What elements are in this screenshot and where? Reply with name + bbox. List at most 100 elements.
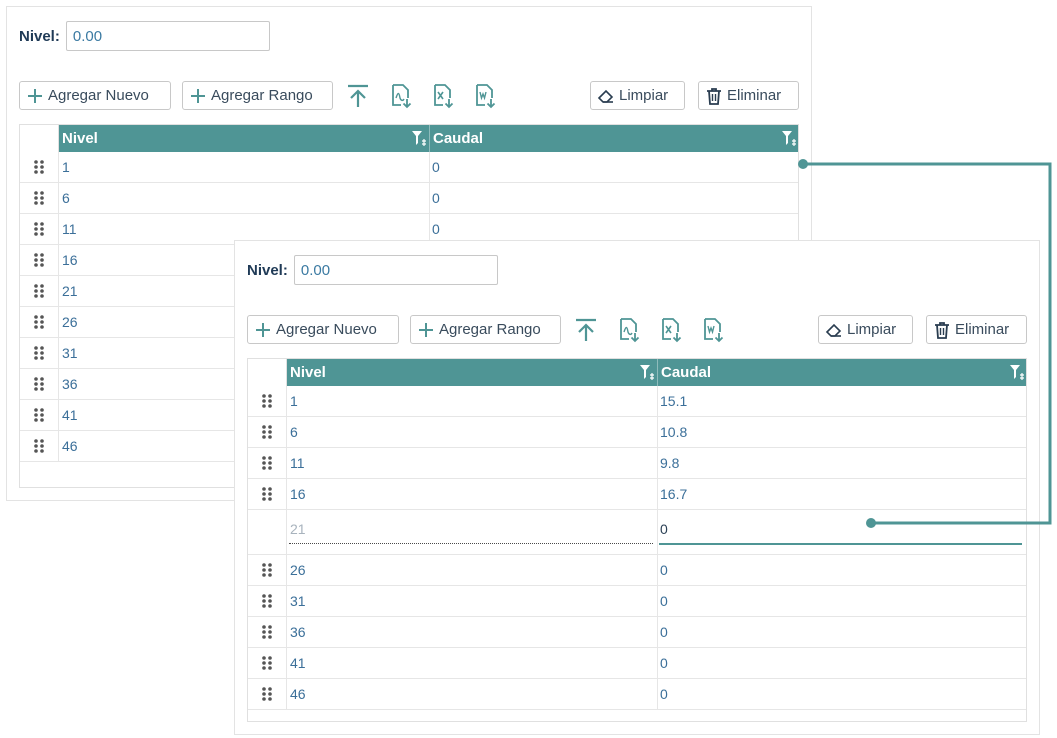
agregar-rango-button[interactable]: Agregar Rango — [410, 315, 561, 344]
column-divider — [657, 679, 658, 709]
cell-caudal[interactable]: 15.1 — [660, 393, 687, 409]
column-header-caudal[interactable]: Caudal — [657, 359, 1026, 386]
cell-caudal[interactable]: 0 — [660, 624, 668, 640]
cell-nivel[interactable]: 16 — [62, 252, 78, 268]
filter-icon[interactable] — [411, 130, 427, 147]
table-row[interactable]: 21 0 — [248, 510, 1026, 555]
nivel-label: Nivel: — [19, 27, 60, 45]
nivel-input[interactable] — [65, 21, 270, 51]
limpiar-button[interactable]: Limpiar — [818, 315, 913, 344]
drag-handle-icon[interactable] — [20, 245, 59, 275]
word-export-icon[interactable] — [699, 315, 727, 345]
table-row[interactable]: 10 — [20, 152, 798, 183]
cell-nivel[interactable]: 26 — [290, 562, 306, 578]
column-header-nivel[interactable]: Nivel — [59, 125, 429, 152]
filter-icon[interactable] — [639, 364, 655, 381]
word-export-icon[interactable] — [471, 81, 499, 111]
drag-handle-icon[interactable] — [248, 448, 287, 478]
cell-nivel[interactable]: 36 — [62, 376, 78, 392]
cell-caudal[interactable]: 0 — [660, 655, 668, 671]
table-row[interactable]: 26 0 — [248, 555, 1026, 586]
drag-handle-icon[interactable] — [20, 183, 59, 213]
table-row[interactable]: 31 0 — [248, 586, 1026, 617]
filter-icon[interactable] — [1009, 364, 1025, 381]
column-divider — [429, 183, 430, 213]
cell-nivel[interactable]: 21 — [290, 521, 306, 537]
data-grid: Nivel Caudal 1 15.1 6 10.8 11 9.8 16 16.7 21 0 26 0… — [247, 358, 1027, 722]
cell-nivel[interactable]: 16 — [290, 486, 306, 502]
agregar-rango-button[interactable]: Agregar Rango — [182, 81, 333, 110]
cell-nivel[interactable]: 11 — [62, 221, 77, 237]
cell-nivel[interactable]: 6 — [62, 190, 70, 206]
cell-caudal-editor[interactable]: 0 — [660, 521, 668, 537]
toolbar: Agregar Nuevo Agregar Rango Limpiar Elim… — [247, 315, 1027, 345]
eraser-icon — [825, 323, 842, 337]
eliminar-button[interactable]: Eliminar — [926, 315, 1027, 344]
table-row[interactable]: 41 0 — [248, 648, 1026, 679]
drag-handle-icon[interactable] — [248, 386, 287, 416]
filter-icon[interactable] — [781, 130, 797, 147]
cell-caudal[interactable]: 0 — [660, 562, 668, 578]
table-row[interactable]: 6 10.8 — [248, 417, 1026, 448]
cell-nivel[interactable]: 41 — [290, 655, 306, 671]
cell-caudal[interactable]: 0 — [660, 593, 668, 609]
table-row[interactable]: 11 9.8 — [248, 448, 1026, 479]
table-row[interactable]: 1 15.1 — [248, 386, 1026, 417]
upload-icon[interactable] — [572, 315, 600, 345]
drag-handle-icon[interactable] — [248, 479, 287, 509]
table-row[interactable]: 36 0 — [248, 617, 1026, 648]
drag-handle-icon[interactable] — [248, 586, 287, 616]
limpiar-button[interactable]: Limpiar — [590, 81, 685, 110]
cell-nivel[interactable]: 46 — [290, 686, 306, 702]
cell-caudal[interactable]: 0 — [660, 686, 668, 702]
drag-handle-icon[interactable] — [20, 338, 59, 368]
table-row[interactable]: 16 16.7 — [248, 479, 1026, 510]
cell-nivel[interactable]: 46 — [62, 438, 78, 454]
cell-nivel[interactable]: 36 — [290, 624, 306, 640]
cell-nivel[interactable]: 1 — [290, 393, 298, 409]
nivel-row: Nivel: — [19, 21, 270, 51]
drag-handle-icon[interactable] — [20, 152, 59, 182]
drag-handle-icon[interactable] — [20, 276, 59, 306]
column-header-nivel[interactable]: Nivel — [287, 359, 657, 386]
cell-nivel[interactable]: 31 — [290, 593, 306, 609]
cell-nivel[interactable]: 41 — [62, 407, 78, 423]
cell-caudal[interactable]: 10.8 — [660, 424, 687, 440]
excel-export-icon[interactable] — [657, 315, 685, 345]
upload-icon[interactable] — [344, 81, 372, 111]
cell-caudal[interactable]: 16.7 — [660, 486, 687, 502]
drag-handle-icon[interactable] — [248, 648, 287, 678]
agregar-nuevo-button[interactable]: Agregar Nuevo — [247, 315, 399, 344]
agregar-nuevo-button[interactable]: Agregar Nuevo — [19, 81, 171, 110]
pdf-export-icon[interactable] — [615, 315, 643, 345]
table-row[interactable]: 60 — [20, 183, 798, 214]
grid-header: Nivel Caudal — [248, 359, 1026, 386]
drag-handle-icon[interactable] — [20, 214, 59, 244]
drag-handle-icon[interactable] — [248, 679, 287, 709]
drag-handle-icon[interactable] — [20, 369, 59, 399]
cell-caudal[interactable]: 0 — [432, 221, 440, 237]
table-row[interactable]: 46 0 — [248, 679, 1026, 710]
cell-nivel[interactable]: 1 — [62, 159, 70, 175]
column-header-caudal[interactable]: Caudal — [429, 125, 798, 152]
cell-nivel[interactable]: 11 — [290, 455, 305, 471]
cell-nivel[interactable]: 6 — [290, 424, 298, 440]
drag-handle-icon[interactable] — [248, 617, 287, 647]
drag-handle-icon[interactable] — [248, 555, 287, 585]
drag-handle-icon[interactable] — [20, 400, 59, 430]
cell-nivel[interactable]: 21 — [62, 283, 78, 299]
excel-export-icon[interactable] — [429, 81, 457, 111]
cell-nivel[interactable]: 31 — [62, 345, 78, 361]
drag-handle-icon[interactable] — [20, 307, 59, 337]
nivel-input[interactable] — [293, 255, 498, 285]
drag-handle-icon[interactable] — [248, 417, 287, 447]
drag-handle-icon[interactable] — [20, 431, 59, 461]
cell-caudal[interactable]: 0 — [432, 190, 440, 206]
cell-nivel[interactable]: 26 — [62, 314, 78, 330]
eliminar-button[interactable]: Eliminar — [698, 81, 799, 110]
nivel-row: Nivel: — [247, 255, 498, 285]
pdf-export-icon[interactable] — [387, 81, 415, 111]
cell-caudal[interactable]: 9.8 — [660, 455, 679, 471]
grid-header: Nivel Caudal — [20, 125, 798, 152]
cell-caudal[interactable]: 0 — [432, 159, 440, 175]
